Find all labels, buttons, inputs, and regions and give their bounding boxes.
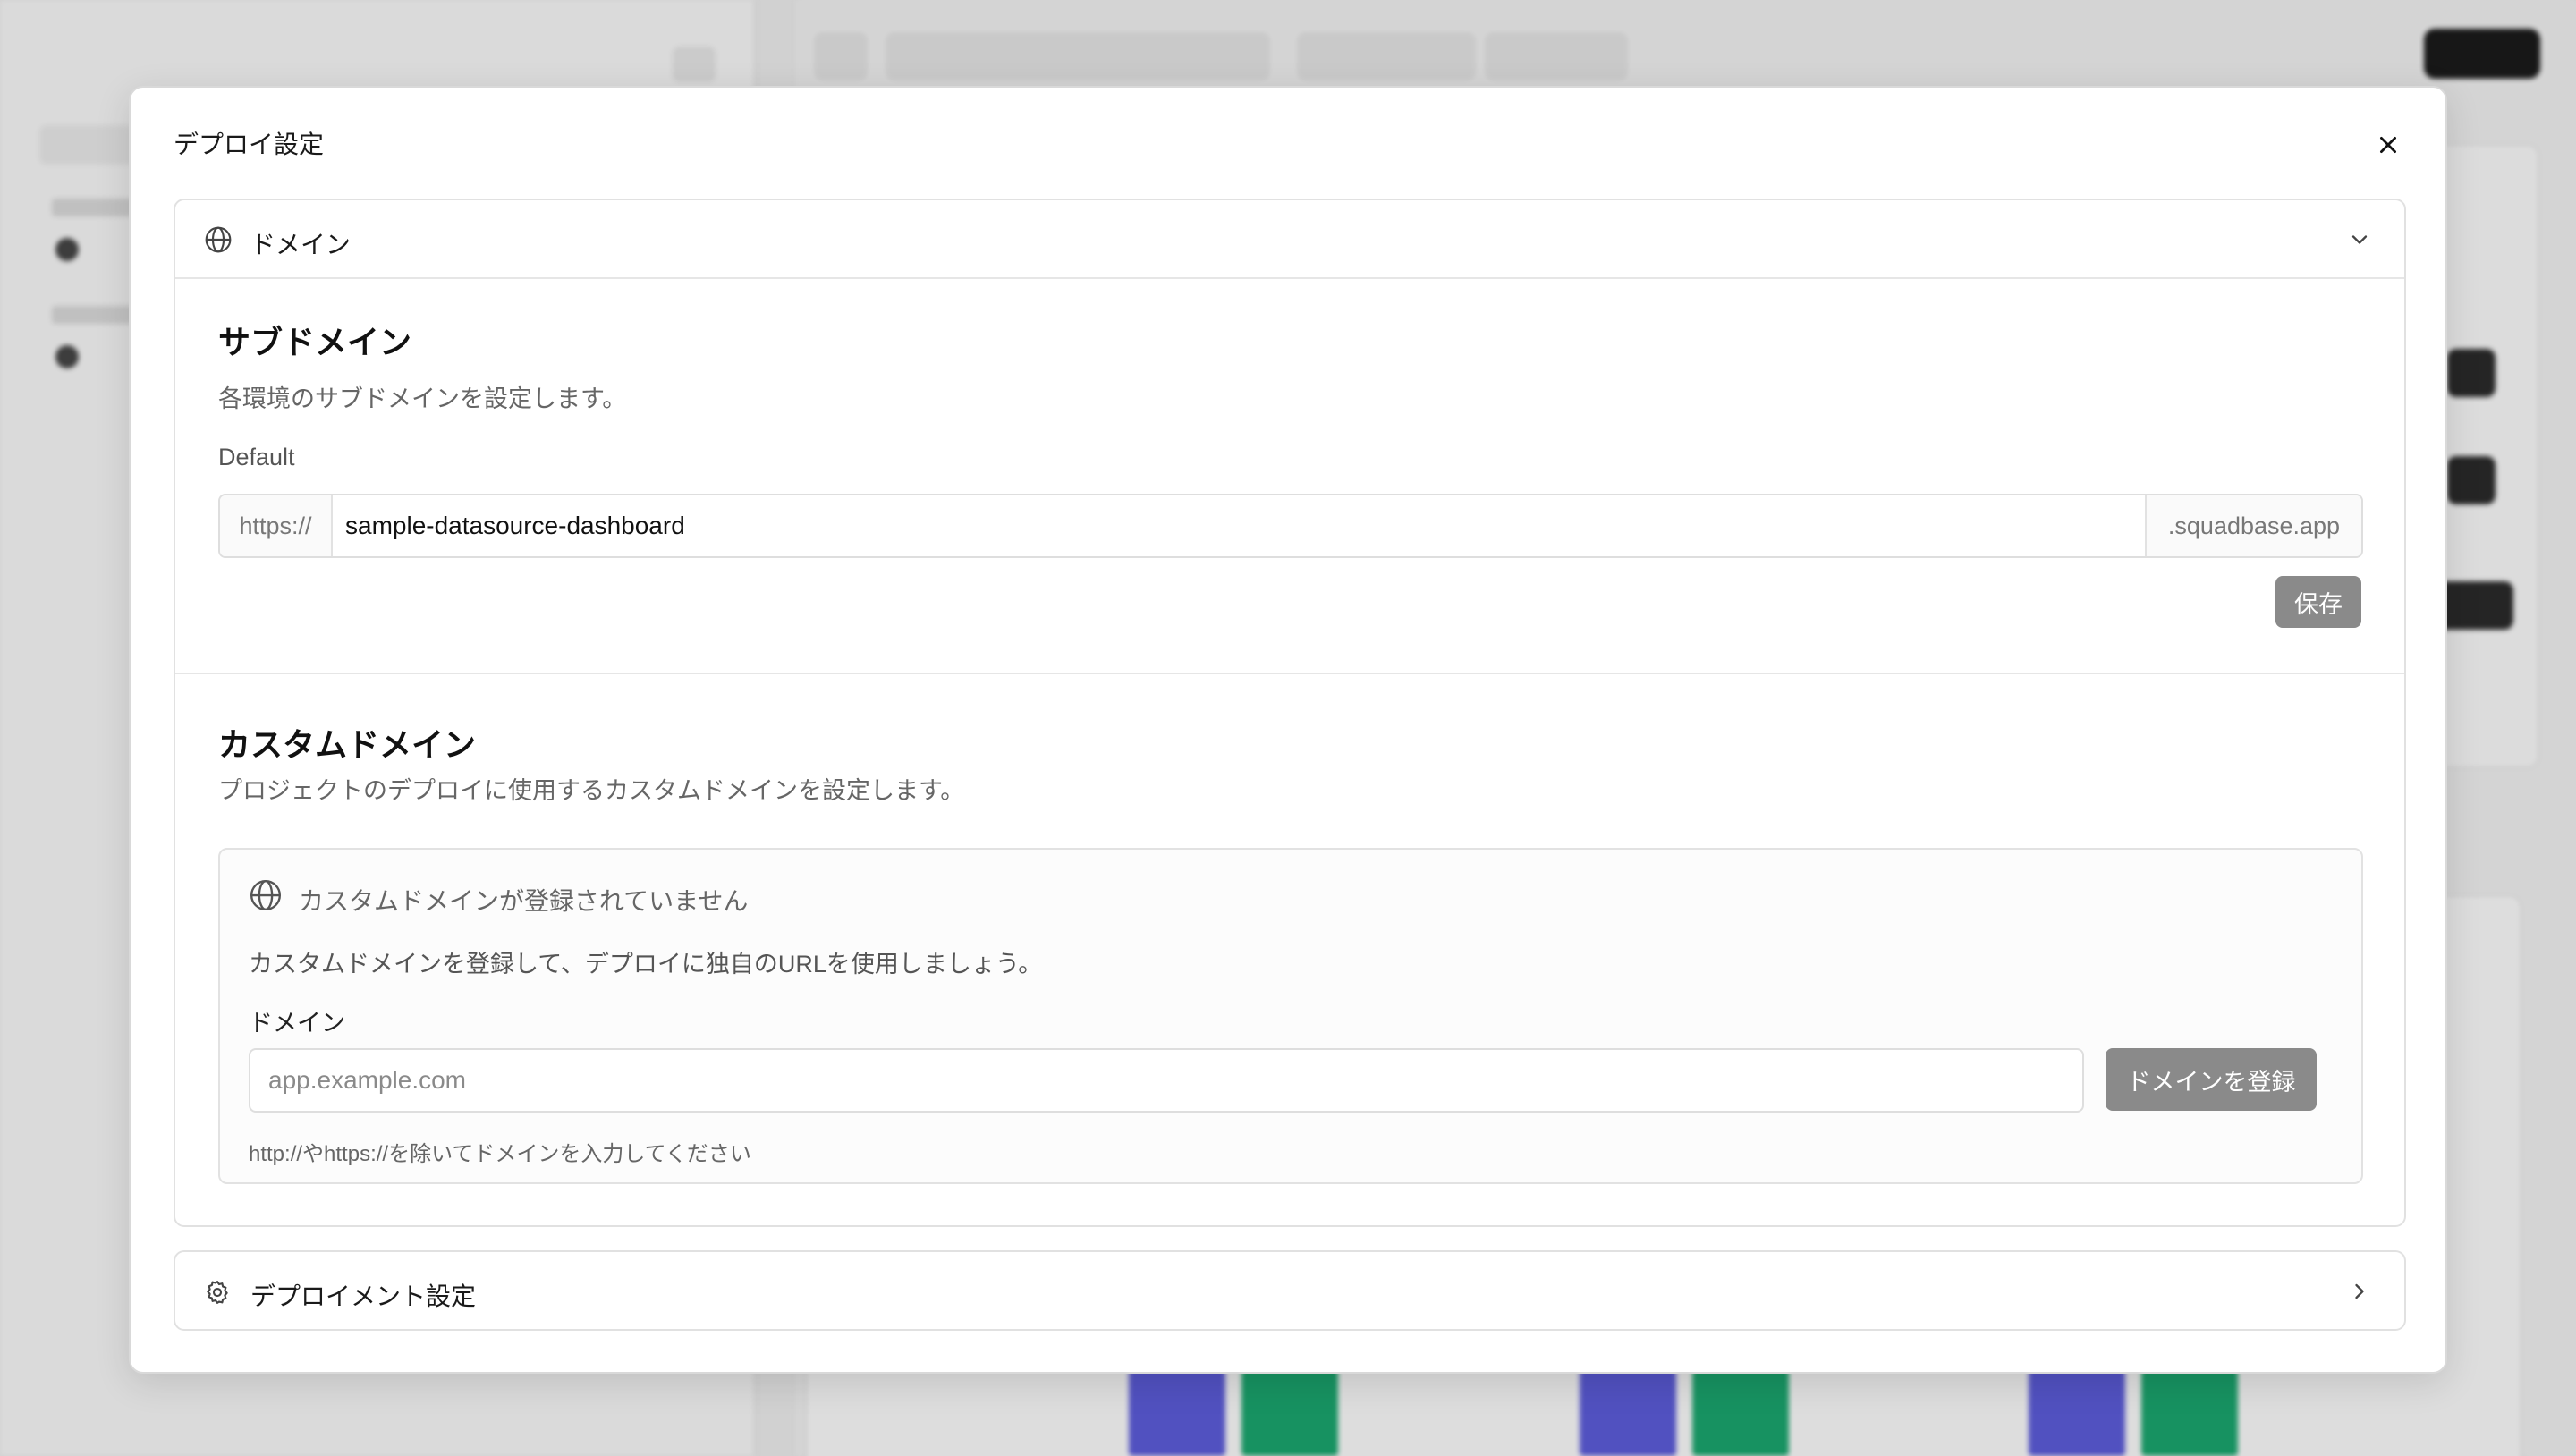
gear-icon: [207, 1281, 228, 1304]
domain-section-header[interactable]: ドメイン: [175, 200, 2404, 279]
save-button[interactable]: 保存: [2275, 576, 2361, 628]
url-prefix: https://: [220, 495, 333, 556]
subdomain-input[interactable]: sample-datasource-dashboard: [333, 495, 2145, 556]
deployment-settings-section[interactable]: デプロイメント設定: [174, 1250, 2406, 1331]
close-icon: [2380, 137, 2396, 153]
subdomain-heading: サブドメイン: [218, 324, 412, 360]
empty-state-description: カスタムドメインを登録して、デプロイに独自のURLを使用しましょう。: [249, 951, 1043, 978]
chevron-down-icon: [2351, 235, 2368, 244]
domain-input[interactable]: [249, 1048, 2084, 1113]
globe-icon: [205, 226, 232, 253]
url-suffix: .squadbase.app: [2145, 495, 2361, 556]
empty-state-title: カスタムドメインが登録されていません: [299, 887, 749, 915]
dialog-title: デプロイ設定: [174, 131, 325, 158]
deployment-settings-label: デプロイメント設定: [250, 1282, 477, 1310]
custom-domain-block: カスタムドメイン プロジェクトのデプロイに使用するカスタムドメインを設定します。…: [175, 674, 2404, 1225]
custom-domain-description: プロジェクトのデプロイに使用するカスタムドメインを設定します。: [218, 777, 965, 804]
subdomain-block: サブドメイン 各環境のサブドメインを設定します。 Default https:/…: [175, 279, 2404, 674]
domain-field-label: ドメイン: [249, 1010, 345, 1037]
subdomain-description: 各環境のサブドメインを設定します。: [218, 385, 627, 412]
subdomain-url-group: https:// sample-datasource-dashboard .sq…: [218, 494, 2363, 558]
chevron-right-icon: [2355, 1283, 2364, 1299]
globe-icon: [250, 879, 282, 911]
domain-section: ドメイン サブドメイン 各環境のサブドメインを設定します。 Default ht…: [174, 199, 2406, 1227]
custom-domain-heading: カスタムドメイン: [218, 726, 477, 763]
deploy-settings-dialog: デプロイ設定 ドメイン サブドメイン 各環境のサブドメインを設定します。 Def…: [129, 86, 2447, 1374]
register-domain-button[interactable]: ドメインを登録: [2106, 1048, 2317, 1111]
domain-input-hint: http://やhttps://を除いてドメインを入力してください: [249, 1142, 751, 1166]
close-button[interactable]: [2370, 127, 2406, 163]
custom-domain-empty-card: カスタムドメインが登録されていません カスタムドメインを登録して、デプロイに独自…: [218, 848, 2363, 1184]
environment-label: Default: [218, 444, 295, 470]
domain-section-label: ドメイン: [250, 231, 352, 258]
